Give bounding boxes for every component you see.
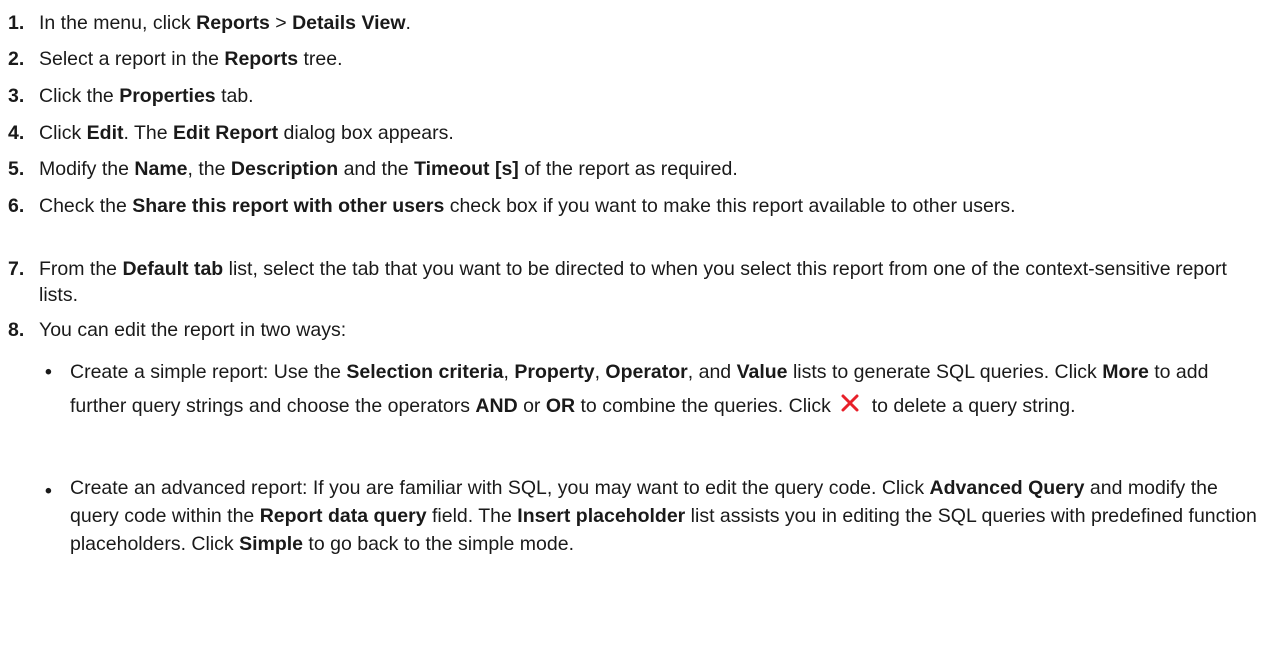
bullet-marker: • [45, 361, 52, 383]
ui-term: AND [475, 395, 518, 417]
ui-term: Reports [224, 48, 299, 70]
step-number: 8. [8, 319, 25, 341]
step-text: Select a report in the Reports tree. [39, 48, 343, 70]
ui-term: Selection criteria [346, 361, 504, 383]
step-number: 6. [8, 195, 25, 217]
ui-term: Edit Report [173, 122, 279, 144]
ui-term: More [1102, 361, 1149, 383]
ui-term: Properties [119, 85, 216, 107]
ui-term: Details View [292, 12, 406, 34]
step-text: You can edit the report in two ways: [39, 319, 347, 341]
bullet-text: Create a simple report: Use the Selectio… [70, 355, 1260, 424]
step-number: 1. [8, 12, 25, 34]
bullet-marker: • [45, 480, 52, 502]
ui-term: Operator [605, 361, 688, 383]
step-number: 2. [8, 48, 25, 70]
ui-term: Reports [196, 12, 270, 34]
step-text: In the menu, click Reports > Details Vie… [39, 12, 411, 34]
step-text: Check the Share this report with other u… [39, 195, 1016, 217]
ui-term: Simple [239, 533, 304, 555]
step-number: 5. [8, 158, 25, 180]
step-text: Click Edit. The Edit Report dialog box a… [39, 122, 454, 144]
ui-term: Value [736, 361, 788, 383]
step-text: Modify the Name, the Description and the… [39, 158, 738, 180]
ui-term: Insert placeholder [517, 505, 686, 527]
ui-term: Timeout [s] [414, 158, 519, 180]
ui-term: Advanced Query [929, 477, 1085, 499]
step-text: From the Default tab list, select the ta… [39, 258, 1227, 306]
delete-x-icon [840, 390, 860, 424]
ui-term: Description [230, 158, 339, 180]
ui-term: Edit [86, 122, 124, 144]
bullet-text: Create an advanced report: If you are fa… [70, 477, 1257, 555]
ui-term: Share this report with other users [132, 195, 445, 217]
step-number: 7. [8, 258, 25, 280]
ui-term: Property [514, 361, 595, 383]
ui-term: OR [545, 395, 576, 417]
step-text: Click the Properties tab. [39, 85, 254, 107]
ui-term: Default tab [122, 258, 224, 280]
step-number: 4. [8, 122, 25, 144]
ui-term: Report data query [259, 505, 427, 527]
step-number: 3. [8, 85, 25, 107]
ui-term: Name [134, 158, 188, 180]
